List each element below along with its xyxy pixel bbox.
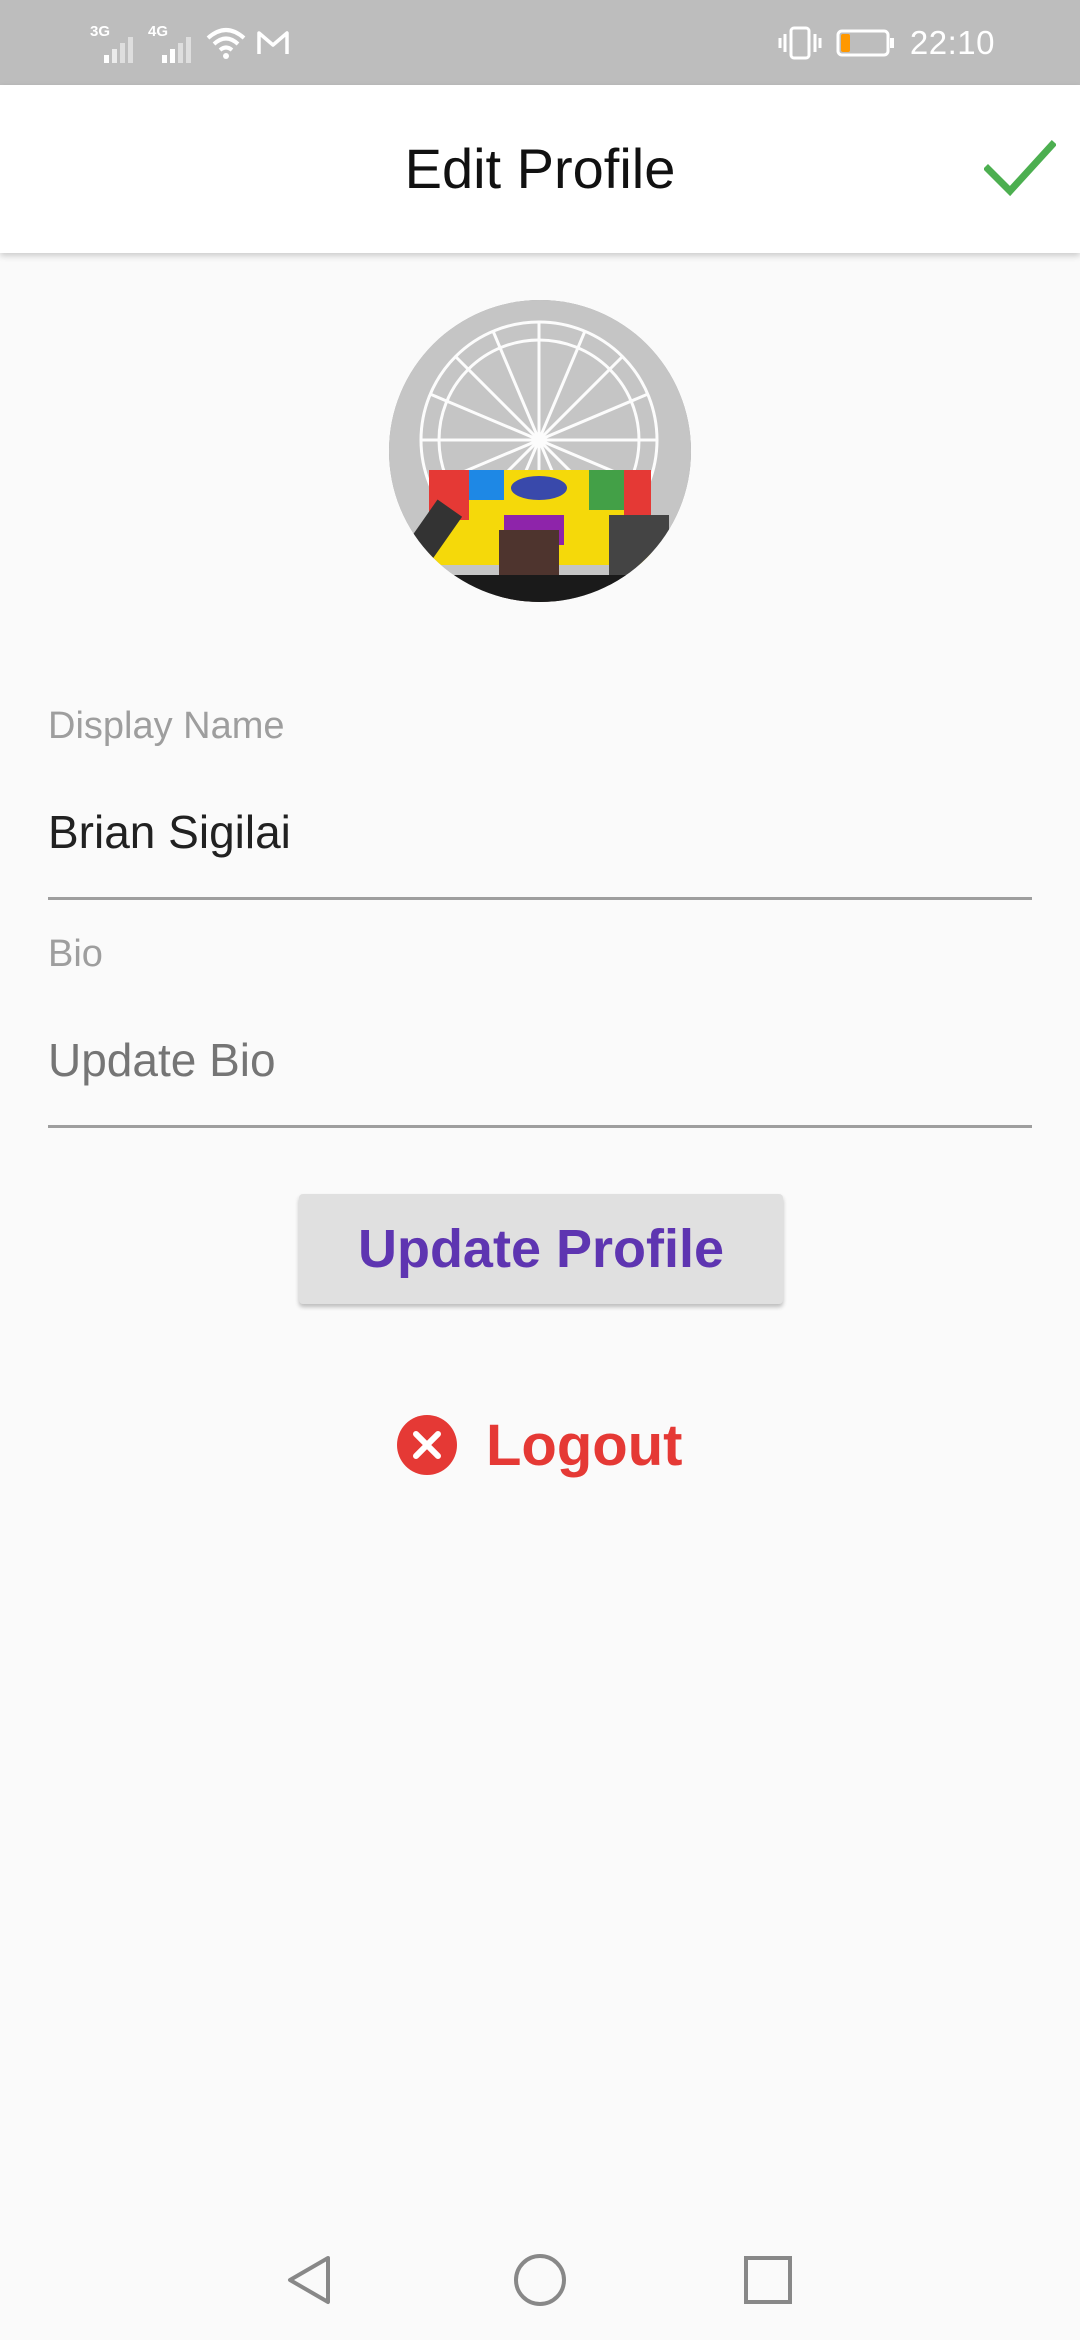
back-icon xyxy=(288,2256,330,2304)
signal-icon: 4G xyxy=(148,23,196,63)
app-bar: Edit Profile xyxy=(0,85,1080,253)
home-button[interactable] xyxy=(500,2240,580,2320)
status-bar: 3G 4G 22:10 xyxy=(0,0,1080,85)
display-name-underline xyxy=(48,897,1032,900)
recents-button[interactable] xyxy=(728,2240,808,2320)
logout-label: Logout xyxy=(486,1412,683,1478)
status-time: 22:10 xyxy=(909,24,995,61)
battery-icon xyxy=(836,29,894,57)
check-icon xyxy=(984,140,1056,197)
home-icon xyxy=(514,2254,566,2306)
logout-button[interactable]: Logout xyxy=(396,1405,682,1485)
back-button[interactable] xyxy=(270,2240,350,2320)
wifi-icon xyxy=(206,28,246,59)
system-nav-bar xyxy=(0,2220,1080,2340)
status-left: 3G 4G xyxy=(90,20,290,66)
status-right: 22:10 xyxy=(778,20,995,66)
bio-input[interactable] xyxy=(48,1025,1032,1095)
save-button[interactable] xyxy=(978,127,1062,211)
update-profile-button[interactable]: Update Profile xyxy=(299,1194,783,1304)
vibrate-icon xyxy=(778,26,822,60)
display-name-field: Display Name xyxy=(48,705,1032,905)
display-name-label: Display Name xyxy=(48,705,285,747)
mail-icon xyxy=(257,31,289,54)
recents-icon xyxy=(744,2256,792,2304)
bio-field: Bio xyxy=(48,933,1032,1133)
avatar[interactable] xyxy=(389,300,691,602)
cancel-icon xyxy=(397,1415,457,1475)
display-name-input[interactable] xyxy=(48,797,1032,867)
bio-label: Bio xyxy=(48,933,103,975)
page-title: Edit Profile xyxy=(404,137,676,200)
bio-underline xyxy=(48,1125,1032,1128)
avatar-image xyxy=(389,300,691,602)
signal-icon: 3G xyxy=(90,23,138,63)
